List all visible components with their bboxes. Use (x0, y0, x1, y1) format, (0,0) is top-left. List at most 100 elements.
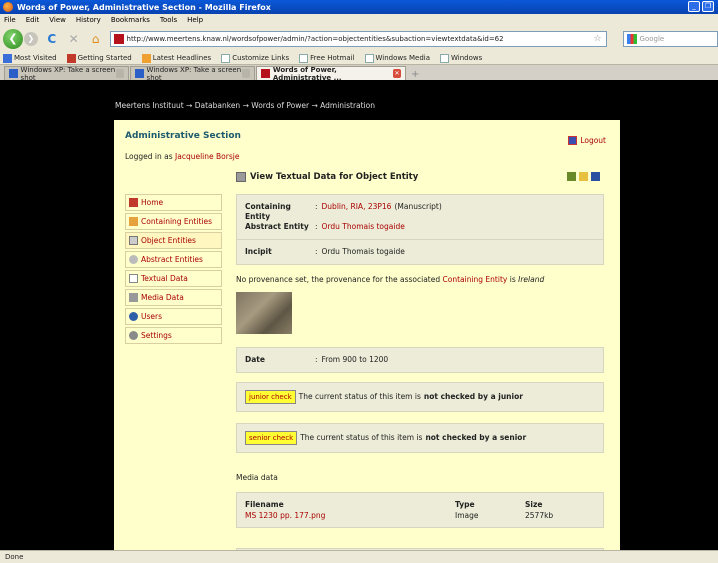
page-viewport: Meertens Instituut → Databanken → Words … (0, 80, 718, 550)
forward-button[interactable]: ❯ (23, 32, 38, 46)
view-icon[interactable] (591, 172, 600, 181)
bookmark-most-visited[interactable]: Most Visited (3, 53, 57, 63)
url-text: http://www.meertens.knaw.nl/wordsofpower… (126, 35, 504, 43)
manuscript-thumbnail[interactable] (236, 292, 292, 334)
new-tab-icon[interactable]: + (407, 69, 423, 80)
sidebar-item-users[interactable]: Users (125, 308, 222, 325)
user-link[interactable]: Jacqueline Borsje (175, 152, 239, 161)
logout-icon (568, 136, 578, 145)
abstract-icon (129, 255, 138, 264)
date-label: Date (245, 355, 265, 364)
containing-entity-link[interactable]: Dublin, RIA, 23P16 (322, 202, 392, 222)
url-bar[interactable]: http://www.meertens.knaw.nl/wordsofpower… (109, 31, 607, 47)
junior-check-box: junior check The current status of this … (236, 382, 604, 412)
incipit-box: Incipit : Ordu Thomais togaide (236, 239, 604, 265)
tab-close-icon[interactable]: ✕ (393, 69, 401, 78)
bookmark-free-hotmail[interactable]: Free Hotmail (299, 53, 355, 63)
sidebar-item-abstract-entities[interactable]: Abstract Entities (125, 251, 222, 268)
reload-icon[interactable]: C (44, 31, 60, 47)
menu-history[interactable]: History (76, 16, 101, 24)
date-box: Date : From 900 to 1200 (236, 347, 604, 373)
users-icon (129, 312, 138, 321)
senior-status: not checked by a senior (425, 433, 527, 442)
menu-help[interactable]: Help (187, 16, 203, 24)
firefox-icon (3, 2, 13, 12)
admin-panel: Administrative Section Logged in as Jacq… (114, 120, 620, 550)
sidebar-item-home[interactable]: Home (125, 194, 222, 211)
tab-screenshot-1[interactable]: Windows XP: Take a screen shot (4, 66, 129, 82)
tab-favicon-icon (135, 69, 144, 78)
site-favicon-icon (113, 34, 124, 44)
logged-in-info: Logged in as Jacqueline Borsje (125, 152, 240, 161)
rss-icon (141, 53, 151, 63)
bookmark-icon (66, 53, 76, 63)
bookmark-latest-headlines[interactable]: Latest Headlines (141, 53, 211, 63)
page-icon (299, 53, 309, 63)
tab-strip: Windows XP: Take a screen shot Windows X… (0, 65, 718, 82)
tab-close-icon[interactable] (242, 69, 250, 78)
restore-icon[interactable]: ❐ (702, 1, 714, 12)
senior-check-button[interactable]: senior check (245, 431, 298, 445)
menu-tools[interactable]: Tools (160, 16, 177, 24)
menu-view[interactable]: View (49, 16, 66, 24)
bookmark-icon (3, 53, 12, 63)
edit-icon[interactable] (579, 172, 588, 181)
back-button[interactable]: ❮ (3, 29, 23, 49)
containing-entity-type: (Manuscript) (394, 202, 442, 211)
google-icon (626, 34, 637, 44)
sidebar-item-settings[interactable]: Settings (125, 327, 222, 344)
senior-check-box: senior check The current status of this … (236, 423, 604, 453)
document-icon (129, 236, 138, 245)
speaker-icon (129, 293, 138, 302)
menu-edit[interactable]: Edit (26, 16, 40, 24)
bookmarks-toolbar: Most Visited Getting Started Latest Head… (0, 52, 718, 65)
incipit-label: Incipit (245, 247, 272, 256)
page-icon (221, 53, 231, 63)
minimize-icon[interactable]: _ (688, 1, 700, 12)
bookmark-customize-links[interactable]: Customize Links (221, 53, 289, 63)
view-actions (567, 172, 600, 181)
table-row: MS 1230 pp. 177.png Image 2577kb (245, 510, 595, 521)
media-size: 2577kb (525, 511, 554, 520)
page-icon (364, 53, 374, 63)
document-icon (236, 172, 246, 182)
tab-favicon-icon (261, 69, 270, 78)
search-placeholder: Google (639, 35, 665, 43)
junior-check-button[interactable]: junior check (245, 390, 296, 404)
stop-icon[interactable]: ✕ (66, 31, 82, 47)
search-bar[interactable]: Google (622, 31, 718, 47)
tab-screenshot-2[interactable]: Windows XP: Take a screen shot (130, 66, 255, 82)
col-size: Size (525, 500, 543, 509)
media-data-label: Media data (236, 473, 278, 482)
provenance-link[interactable]: Containing Entity (443, 275, 508, 284)
bookmark-windows-media[interactable]: Windows Media (364, 53, 430, 63)
provenance-place: Ireland (518, 275, 545, 284)
menu-file[interactable]: File (4, 16, 16, 24)
menu-bookmarks[interactable]: Bookmarks (111, 16, 150, 24)
abstract-entity-link[interactable]: Ordu Thomais togaide (322, 222, 405, 232)
window-title: Words of Power, Administrative Section -… (17, 2, 271, 12)
gear-icon (129, 331, 138, 340)
home-button-icon[interactable]: ⌂ (88, 31, 104, 47)
tab-close-icon[interactable] (116, 69, 124, 78)
media-filename-link[interactable]: MS 1230 pp. 177.png (245, 510, 455, 521)
tab-words-of-power[interactable]: Words of Power, Administrative ... ✕ (256, 66, 406, 82)
text-icon (129, 274, 138, 283)
window-titlebar: Words of Power, Administrative Section -… (0, 0, 718, 14)
delete-icon[interactable] (567, 172, 576, 181)
incipit-value: Ordu Thomais togaide (321, 247, 405, 256)
bookmark-windows[interactable]: Windows (440, 53, 482, 63)
abstract-entity-label: Abstract Entity (245, 222, 309, 231)
sidebar-item-textual-data[interactable]: Textual Data (125, 270, 222, 287)
containing-entity-label: Containing Entity (245, 202, 291, 221)
sidebar-item-media-data[interactable]: Media Data (125, 289, 222, 306)
view-heading: View Textual Data for Object Entity (236, 172, 418, 182)
bookmark-getting-started[interactable]: Getting Started (66, 53, 132, 63)
sidebar-item-containing-entities[interactable]: Containing Entities (125, 213, 222, 230)
sidebar-item-object-entities[interactable]: Object Entities (125, 232, 222, 249)
bookmark-star-icon[interactable]: ☆ (593, 34, 601, 44)
media-type: Image (455, 511, 479, 520)
navigation-toolbar: ❮ ❯ C ✕ ⌂ http://www.meertens.knaw.nl/wo… (0, 26, 718, 52)
logout-button[interactable]: Logout (568, 136, 606, 145)
breadcrumb: Meertens Instituut → Databanken → Words … (115, 101, 376, 110)
